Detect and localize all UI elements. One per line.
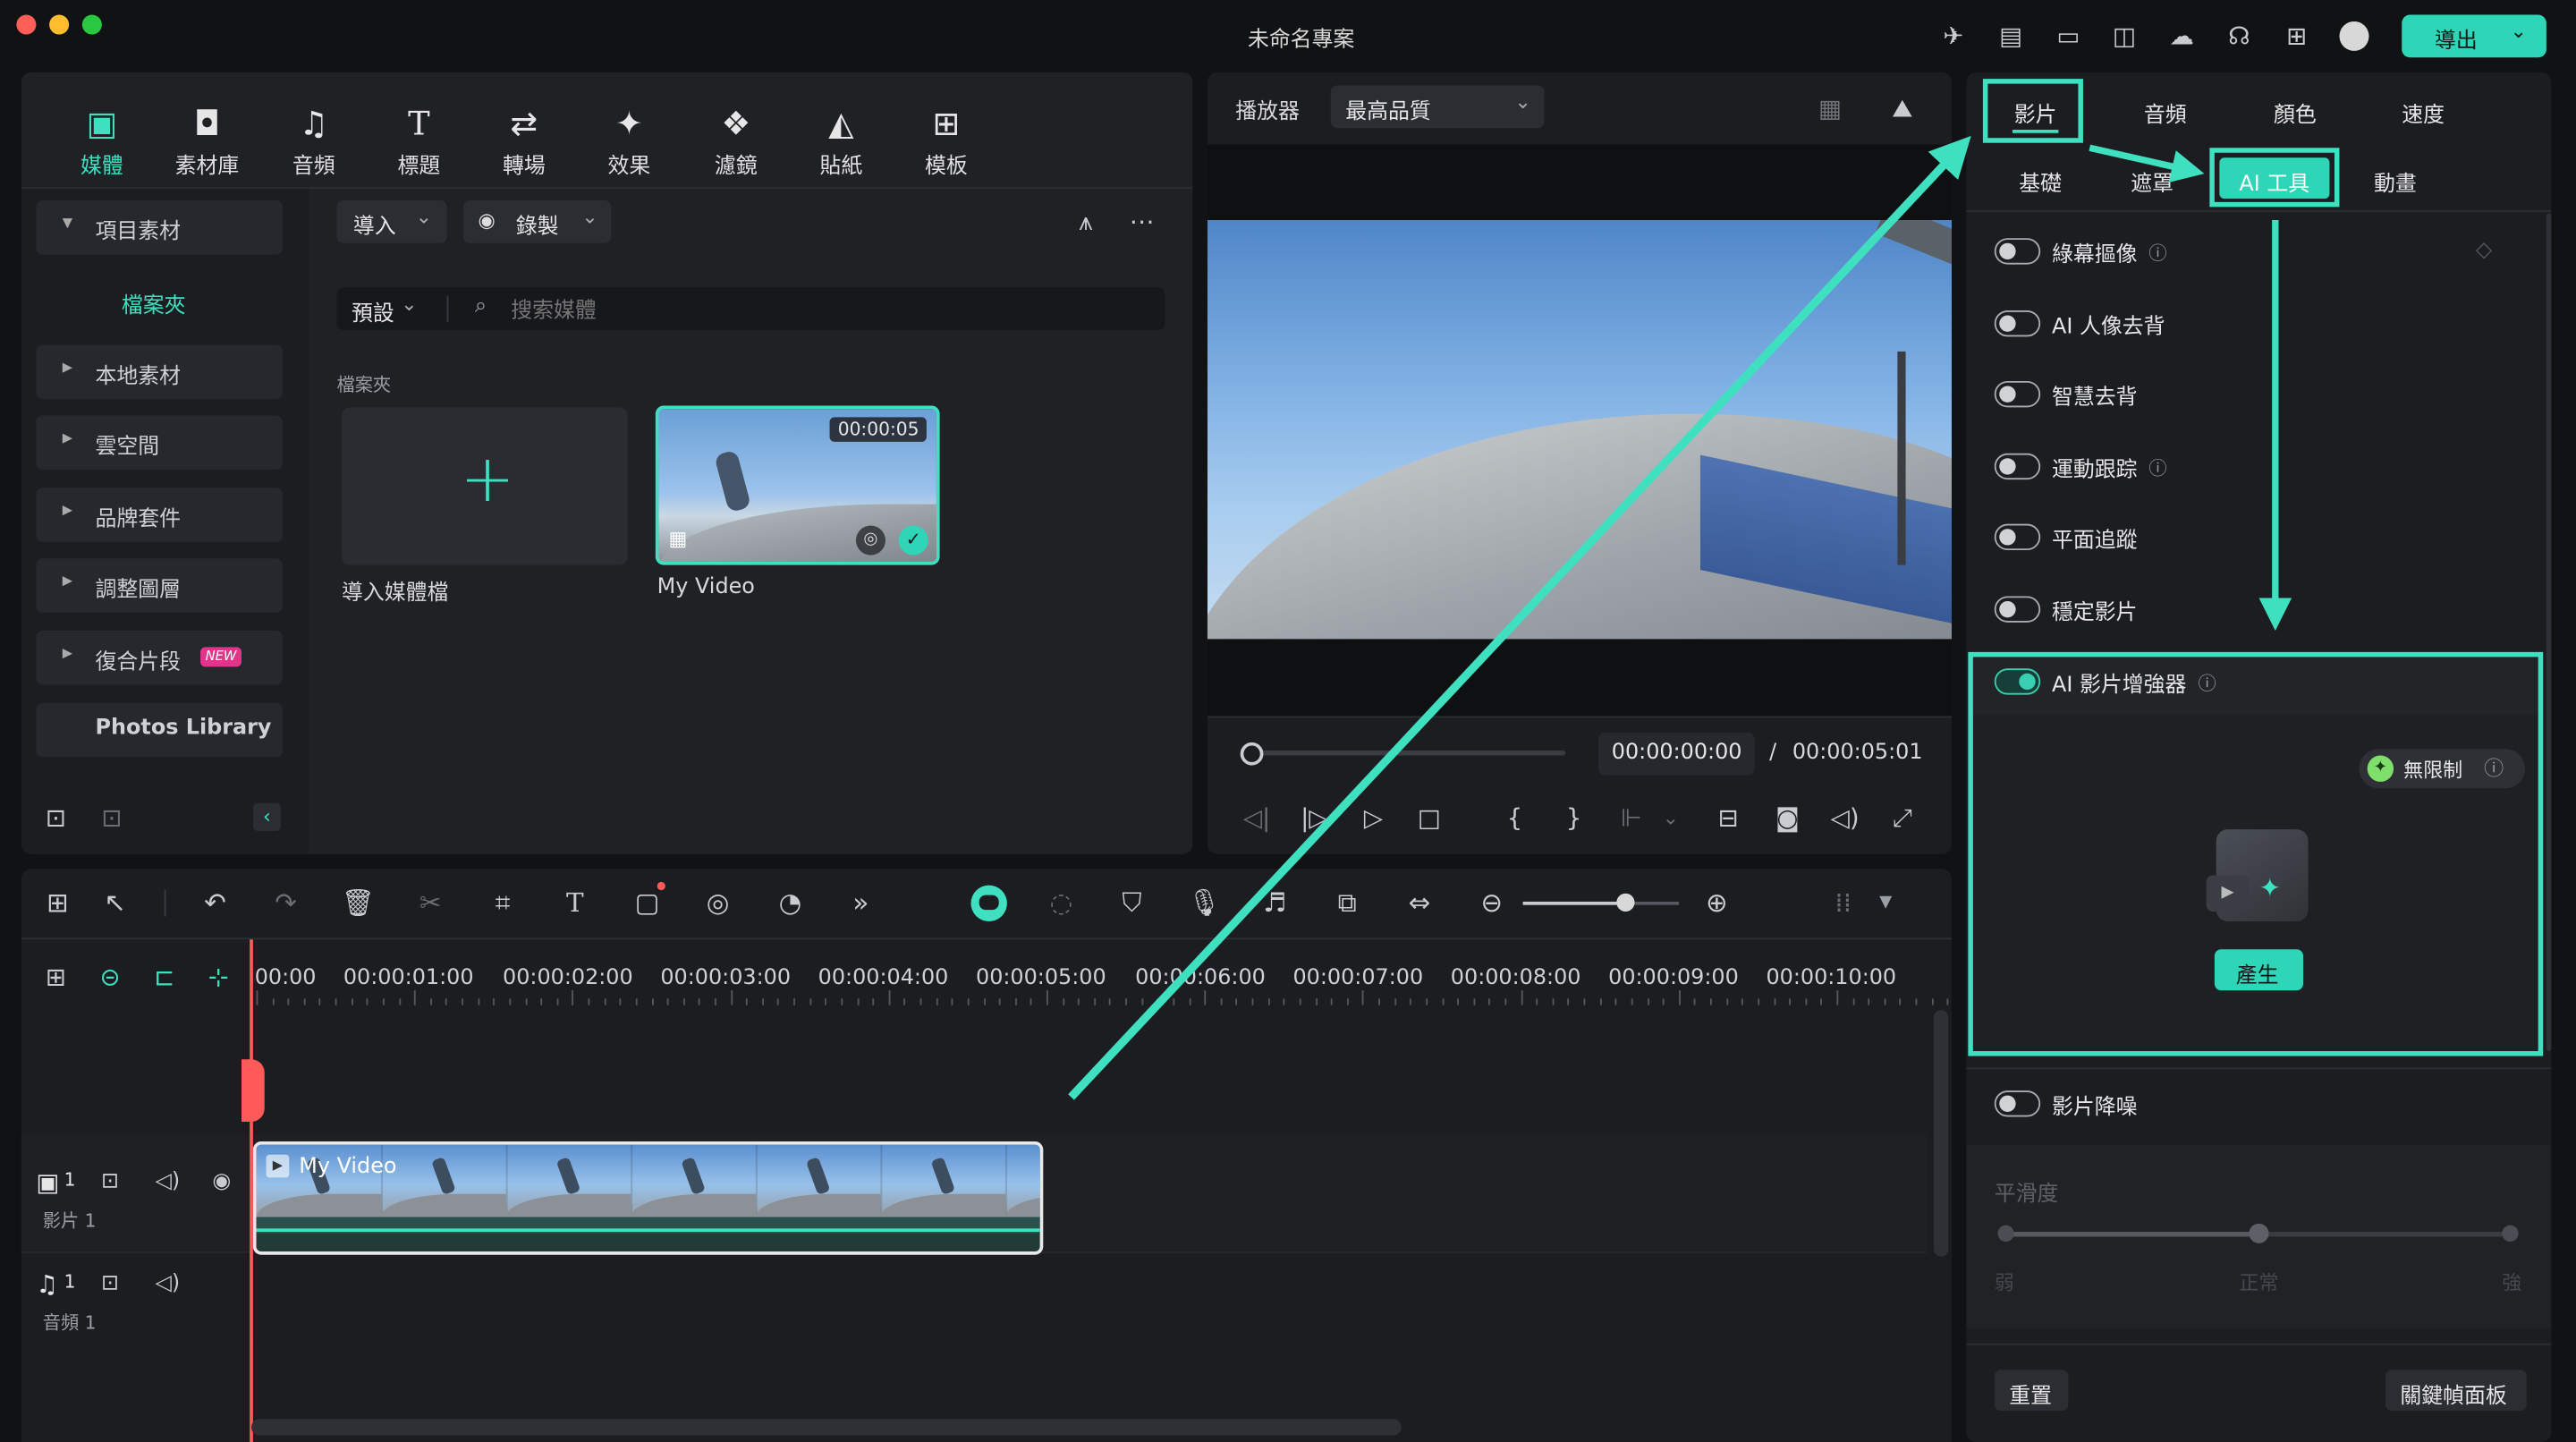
app-window: 未命名專案 ✈ ▤ ▭ ◫ ☁ ☊ ⊞ 導出 ⌄ ▣ 媒體 ◘ 素材庫 ♫ 音頻… — [0, 0, 2576, 1442]
arrow-to-video-tab — [1068, 135, 1971, 1100]
arrow-to-ai-tools — [2089, 144, 2205, 183]
annotation-arrows — [1068, 135, 2292, 1100]
